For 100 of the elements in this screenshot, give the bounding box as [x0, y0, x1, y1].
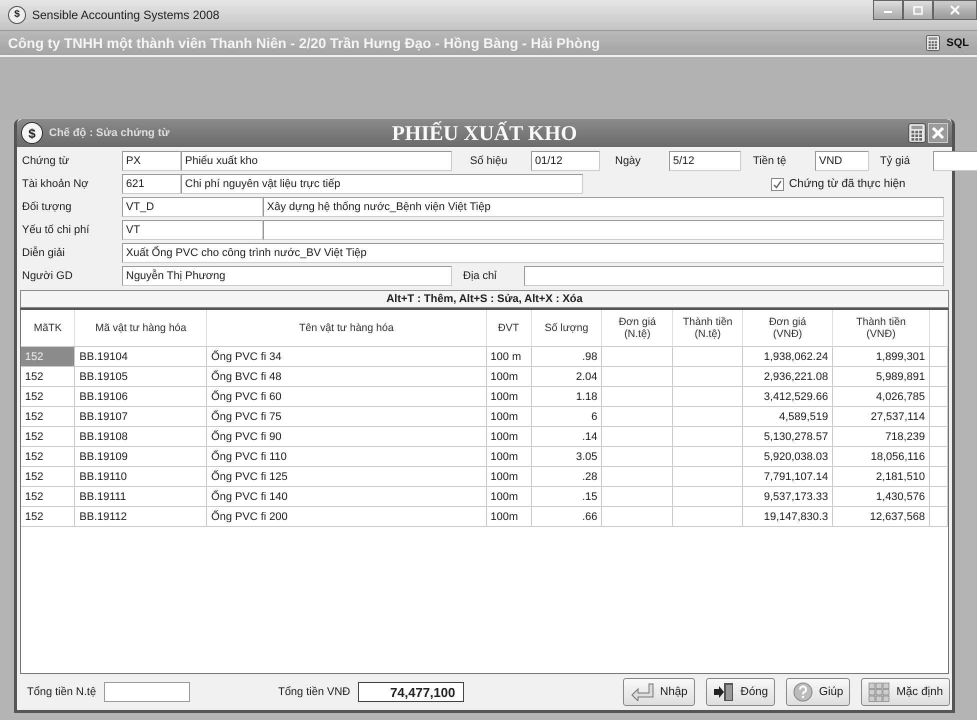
table-cell: 4,589,519: [742, 406, 833, 426]
table-cell: BB.19109: [74, 446, 207, 466]
field-label: Diễn giải: [22, 247, 65, 259]
text-field[interactable]: [263, 220, 944, 240]
table-cell: 3,412,529.66: [742, 386, 833, 406]
table-cell: 5,130,278.57: [742, 426, 833, 446]
text-field[interactable]: Xây dựng hệ thống nước_Bệnh viện Việt Tiệp: [263, 197, 944, 217]
text-field[interactable]: 01/12: [531, 151, 600, 171]
table-cell: Ống PVC fi 34: [206, 346, 486, 366]
field-label: Số hiệu: [470, 155, 508, 167]
table-cell: 6: [531, 406, 602, 426]
maximize-button[interactable]: [903, 0, 933, 20]
import-button[interactable]: Nhập: [623, 678, 695, 706]
field-label: Ngày: [615, 155, 641, 167]
database-label: SQL: [946, 37, 969, 49]
total-field: 74,477,100: [358, 682, 464, 702]
door-exit-icon: [712, 682, 735, 702]
field-label: Tỷ giá: [880, 155, 910, 167]
close-icon: [950, 5, 960, 15]
table-cell: 1.18: [531, 386, 602, 406]
field-label: Người GD: [22, 270, 73, 282]
table-cell: 152: [21, 386, 75, 406]
help-button[interactable]: Giúp: [786, 678, 850, 706]
checkbox-label: Chứng từ đã thực hiện: [789, 178, 906, 190]
close-icon: [931, 126, 945, 140]
window-title: Sensible Accounting Systems 2008: [32, 8, 220, 22]
text-field[interactable]: VT: [122, 220, 263, 240]
column-header[interactable]: Tên vật tư hàng hóa: [206, 310, 486, 346]
column-header[interactable]: Đơn giá (VNĐ): [742, 310, 833, 346]
field-label: Chứng từ: [22, 155, 70, 167]
table-cell: 2,181,510: [832, 466, 930, 486]
table-cell: 1,899,301: [832, 346, 930, 366]
text-field[interactable]: 5/12: [669, 151, 741, 171]
field-label: Địa chỉ: [463, 270, 497, 282]
field-label: Đối tượng: [22, 201, 72, 213]
table-cell: Ống PVC fi 60: [206, 386, 486, 406]
column-header[interactable]: Đơn giá (N.tệ): [602, 310, 673, 346]
table-cell: .14: [531, 426, 602, 446]
table-cell: 100m: [486, 366, 532, 386]
column-header[interactable]: Mã vật tư hàng hóa: [74, 310, 207, 346]
text-field[interactable]: [524, 266, 944, 286]
table-cell: Ống PVC fi 90: [206, 426, 486, 446]
table-cell: .66: [531, 506, 602, 526]
text-field[interactable]: Chi phí nguyên vật liệu trực tiếp: [181, 174, 583, 194]
default-button[interactable]: Mặc định: [861, 678, 950, 706]
app-icon: $: [8, 6, 26, 24]
table-cell: BB.19108: [74, 426, 207, 446]
field-label: Tổng tiền VNĐ: [278, 686, 350, 698]
table-cell: 152: [21, 466, 75, 486]
company-name: Công ty TNHH một thành viên Thanh Niên - 2/20 Trần Hưng Đạo - Hồng Bàng - Hải Phòng: [8, 35, 601, 51]
text-field[interactable]: Phiếu xuất kho: [181, 151, 452, 171]
text-field[interactable]: Xuất Ống PVC cho công trình nước_BV Việt Tiệp: [122, 243, 944, 263]
column-header[interactable]: ĐVT: [486, 310, 532, 346]
calculator-icon[interactable]: [908, 123, 926, 143]
minimize-button[interactable]: [873, 0, 903, 20]
keypad-icon: [868, 682, 890, 702]
table-cell: 5,989,891: [832, 366, 930, 386]
calculator-icon[interactable]: [926, 35, 940, 51]
shortcut-hint: Alt+T : Thêm, Alt+S : Sửa, Alt+X : Xóa: [386, 293, 583, 305]
text-field[interactable]: [104, 682, 190, 702]
table-cell: 1,430,576: [832, 486, 930, 506]
table-cell: 100m: [486, 426, 532, 446]
table-cell: BB.19104: [74, 346, 207, 366]
table-cell: .28: [531, 466, 602, 486]
text-field[interactable]: VT_D: [122, 197, 263, 217]
table-cell: BB.19107: [74, 406, 207, 426]
table-cell: 12,637,568: [832, 506, 930, 526]
table-cell: 152: [21, 506, 75, 526]
table-cell: 152: [21, 406, 75, 426]
close-button[interactable]: [933, 0, 977, 20]
text-field[interactable]: 621: [122, 174, 181, 194]
table-cell: BB.19112: [74, 506, 207, 526]
table-cell: .98: [531, 346, 602, 366]
dollar-icon: $: [21, 122, 43, 144]
enter-arrow-icon: [630, 683, 654, 701]
text-field[interactable]: VND: [815, 151, 869, 171]
table-cell: 100m: [486, 406, 532, 426]
table-cell: 100m: [486, 486, 532, 506]
table-cell: 152: [21, 426, 75, 446]
table-cell: BB.19110: [74, 466, 207, 486]
text-field[interactable]: PX: [122, 151, 181, 171]
text-field[interactable]: Nguyễn Thị Phương: [122, 266, 452, 286]
table-cell: 2.04: [531, 366, 602, 386]
table-cell: 100m: [486, 466, 532, 486]
table-cell: Ống PVC fi 140: [206, 486, 486, 506]
column-header[interactable]: Số lượng: [531, 310, 602, 346]
column-header[interactable]: Thành tiền (VNĐ): [832, 310, 930, 346]
table-cell: Ống PVC fi 200: [206, 506, 486, 526]
table-cell: 100m: [486, 446, 532, 466]
table-cell: 100 m: [486, 346, 532, 366]
column-header[interactable]: Thành tiền (N.tệ): [672, 310, 743, 346]
table-cell: 7,791,107.14: [742, 466, 833, 486]
close-button[interactable]: Đóng: [706, 678, 776, 706]
table-cell: BB.19106: [74, 386, 207, 406]
table-cell: 100m: [486, 386, 532, 406]
field-label: Tổng tiền N.tệ: [27, 686, 96, 698]
checkbox[interactable]: [771, 178, 784, 190]
table-cell: Ống PVC fi 110: [206, 446, 486, 466]
table-cell: 152: [21, 346, 75, 366]
table-cell: .15: [531, 486, 602, 506]
